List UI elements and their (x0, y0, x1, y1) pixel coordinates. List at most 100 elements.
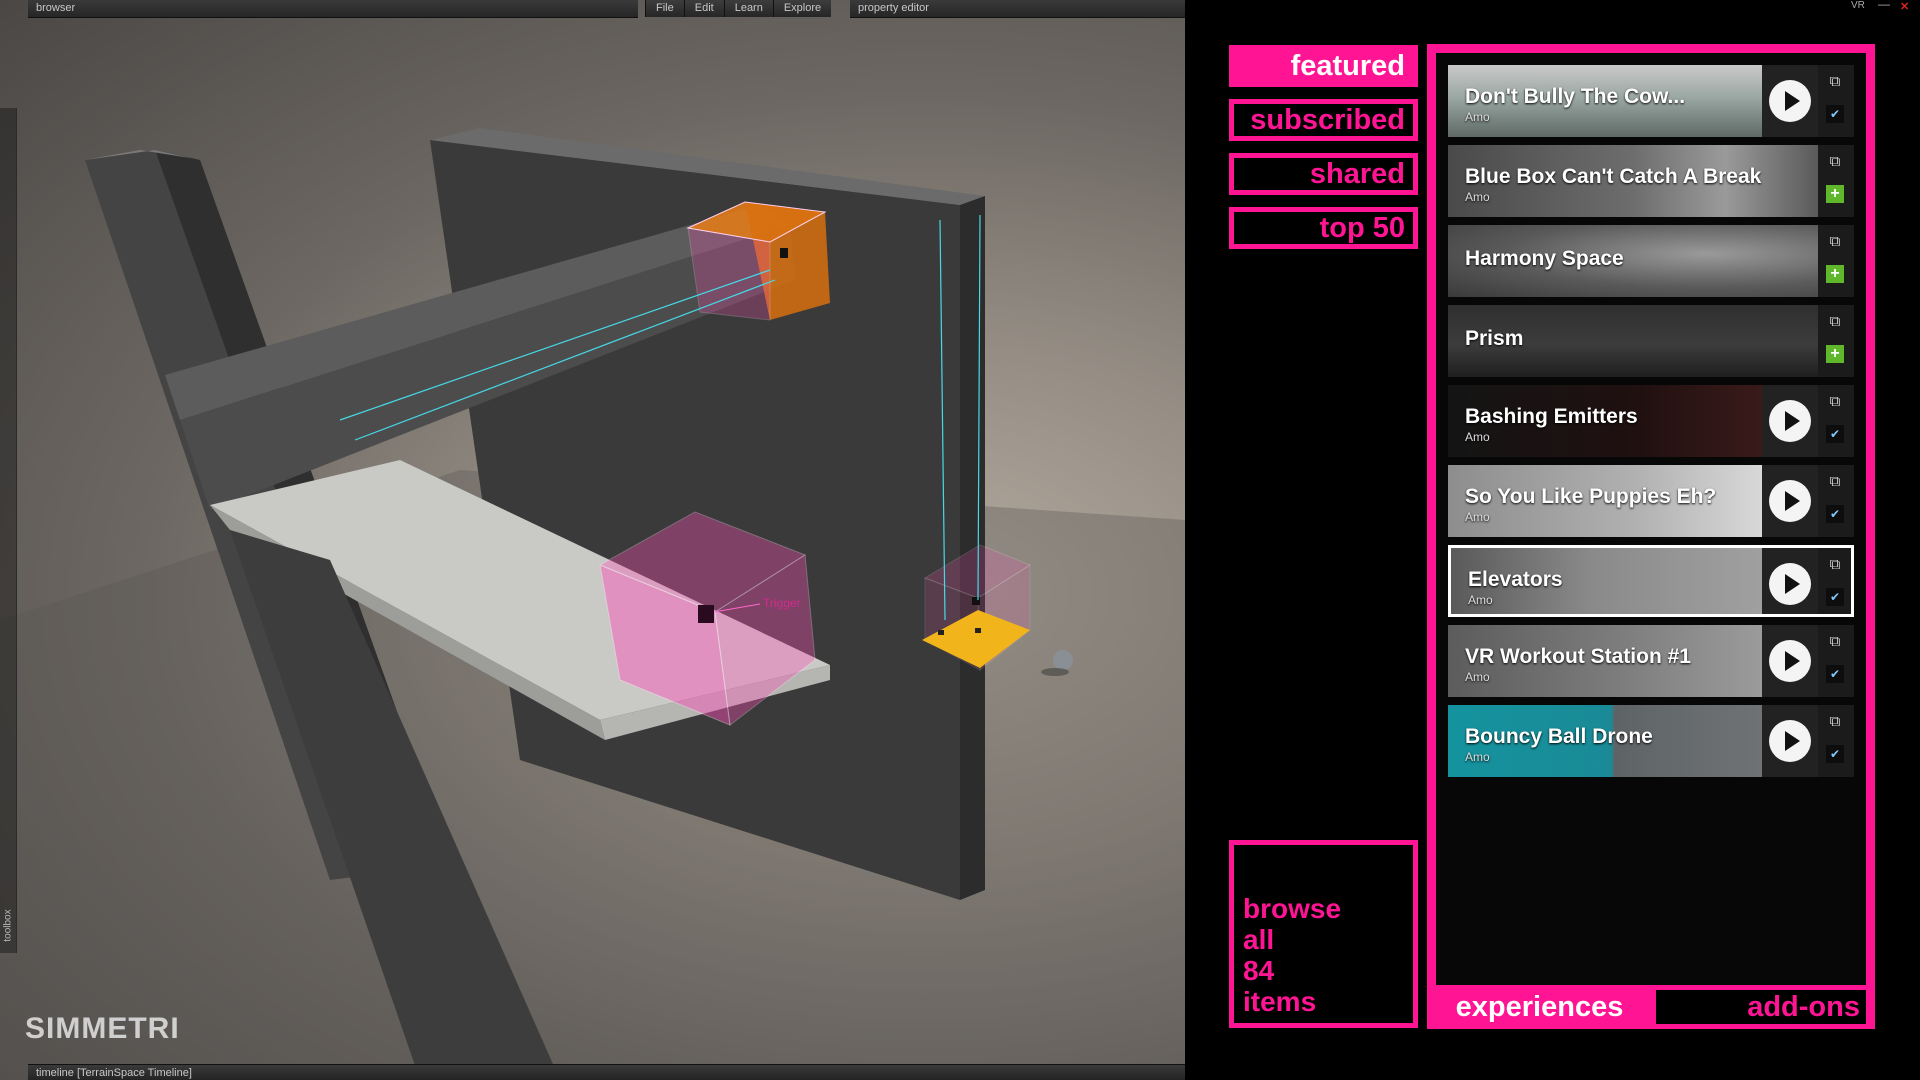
browser-panel-title: browser (36, 2, 76, 14)
toolbox-label: toolbox (2, 909, 14, 942)
play-icon[interactable] (1769, 720, 1811, 762)
browse-all-count: 84 (1243, 955, 1275, 986)
menu-learn[interactable]: Learn (723, 0, 773, 17)
item-title: Elevators (1468, 568, 1563, 591)
trigger-label: Trigger (763, 596, 801, 610)
close-button[interactable]: ✕ (1900, 0, 1909, 13)
item-actions: ⧉ ✔ (1818, 465, 1854, 537)
item-author: Amo (1465, 190, 1490, 204)
timeline-bar[interactable]: timeline [TerrainSpace Timeline] (28, 1064, 1185, 1080)
tab-experiences[interactable]: experiences (1427, 985, 1652, 1029)
list-item[interactable]: VR Workout Station #1 Amo ⧉ ✔ (1448, 625, 1854, 697)
item-author: Amo (1468, 593, 1493, 607)
item-author: Amo (1465, 110, 1490, 124)
play-icon[interactable] (1769, 400, 1811, 442)
item-author: Amo (1465, 510, 1490, 524)
play-area (1762, 65, 1818, 137)
item-title: Harmony Space (1465, 247, 1624, 270)
property-editor-title: property editor (858, 2, 929, 14)
check-icon[interactable]: ✔ (1826, 745, 1844, 763)
nav-top-50[interactable]: top 50 (1229, 207, 1418, 249)
ball-shadow (1041, 668, 1069, 676)
scene-render[interactable]: Trigger (0, 0, 1185, 1080)
menu-file[interactable]: File (645, 0, 684, 17)
play-icon[interactable] (1769, 480, 1811, 522)
external-link-icon[interactable]: ⧉ (1826, 153, 1844, 171)
menu-explore[interactable]: Explore (772, 0, 832, 17)
check-icon[interactable]: ✔ (1826, 588, 1844, 606)
external-link-icon[interactable]: ⧉ (1826, 473, 1844, 491)
play-area (1762, 625, 1818, 697)
item-actions: ⧉ + (1818, 305, 1854, 377)
external-link-icon[interactable]: ⧉ (1826, 233, 1844, 251)
play-area (1762, 465, 1818, 537)
item-title: Bashing Emitters (1465, 405, 1638, 428)
item-author: Amo (1465, 670, 1490, 684)
property-editor-bar[interactable]: property editor (850, 0, 1185, 18)
browse-all-label: browse all 84 items (1243, 893, 1408, 1017)
list-item[interactable]: Blue Box Can't Catch A Break Amo ⧉ + (1448, 145, 1854, 217)
nav-featured[interactable]: featured (1229, 45, 1418, 87)
vr-label: VR (1851, 0, 1865, 11)
check-icon[interactable]: ✔ (1826, 105, 1844, 123)
plus-icon[interactable]: + (1826, 345, 1844, 363)
external-link-icon[interactable]: ⧉ (1826, 73, 1844, 91)
item-title: Don't Bully The Cow... (1465, 85, 1686, 108)
list-item[interactable]: Harmony Space ⧉ + (1448, 225, 1854, 297)
nav-subscribed[interactable]: subscribed (1229, 99, 1418, 141)
play-icon[interactable] (1769, 80, 1811, 122)
browse-all-line: items (1243, 986, 1317, 1017)
play-icon[interactable] (1769, 563, 1811, 605)
item-title: Prism (1465, 327, 1524, 350)
external-link-icon[interactable]: ⧉ (1826, 393, 1844, 411)
list-item[interactable]: Don't Bully The Cow... Amo ⧉ ✔ (1448, 65, 1854, 137)
external-link-icon[interactable]: ⧉ (1826, 556, 1844, 574)
scene-viewport[interactable]: Trigger browser File Edit Learn Explore … (0, 0, 1185, 1080)
simmetri-logo: SIMMETRI (25, 1012, 180, 1045)
list-item-selected[interactable]: Elevators Amo ⧉ ✔ (1448, 545, 1854, 617)
list-item[interactable]: Prism ⧉ + (1448, 305, 1854, 377)
external-link-icon[interactable]: ⧉ (1826, 713, 1844, 731)
item-actions: ⧉ + (1818, 145, 1854, 217)
item-actions: ⧉ + (1818, 225, 1854, 297)
ball[interactable] (1053, 650, 1073, 670)
minimize-button[interactable]: — (1878, 0, 1890, 11)
browse-all-line: browse (1243, 893, 1342, 924)
play-area (1762, 705, 1818, 777)
play-icon[interactable] (1769, 640, 1811, 682)
browse-all-line: all (1243, 924, 1275, 955)
list-item[interactable]: Bouncy Ball Drone Amo ⧉ ✔ (1448, 705, 1854, 777)
list-item[interactable]: Bashing Emitters Amo ⧉ ✔ (1448, 385, 1854, 457)
external-link-icon[interactable]: ⧉ (1826, 633, 1844, 651)
list-item[interactable]: So You Like Puppies Eh? Amo ⧉ ✔ (1448, 465, 1854, 537)
browser-panel-bar[interactable]: browser (28, 0, 638, 18)
check-icon[interactable]: ✔ (1826, 505, 1844, 523)
browse-all-button[interactable]: browse all 84 items (1229, 840, 1418, 1028)
toolbox-panel[interactable] (0, 108, 17, 953)
check-icon[interactable]: ✔ (1826, 425, 1844, 443)
timeline-title: timeline [TerrainSpace Timeline] (36, 1067, 192, 1079)
item-actions: ⧉ ✔ (1818, 548, 1851, 614)
play-area (1762, 548, 1818, 614)
item-title: Blue Box Can't Catch A Break (1465, 165, 1762, 188)
item-actions: ⧉ ✔ (1818, 385, 1854, 457)
check-icon[interactable]: ✔ (1826, 665, 1844, 683)
item-author: Amo (1465, 750, 1490, 764)
item-title: VR Workout Station #1 (1465, 645, 1691, 668)
menu-edit[interactable]: Edit (683, 0, 724, 17)
item-actions: ⧉ ✔ (1818, 65, 1854, 137)
play-area (1762, 385, 1818, 457)
plus-icon[interactable]: + (1826, 265, 1844, 283)
item-title: Bouncy Ball Drone (1465, 725, 1653, 748)
external-link-icon[interactable]: ⧉ (1826, 313, 1844, 331)
editor-menu: File Edit Learn Explore (645, 0, 832, 17)
plus-icon[interactable]: + (1826, 185, 1844, 203)
item-actions: ⧉ ✔ (1818, 705, 1854, 777)
item-author: Amo (1465, 430, 1490, 444)
item-title: So You Like Puppies Eh? (1465, 485, 1717, 508)
tab-add-ons[interactable]: add-ons (1656, 990, 1866, 1024)
category-tabs: experiences add-ons (1427, 985, 1875, 1029)
item-actions: ⧉ ✔ (1818, 625, 1854, 697)
nav-shared[interactable]: shared (1229, 153, 1418, 195)
trigger-cube-upper[interactable] (686, 201, 830, 321)
